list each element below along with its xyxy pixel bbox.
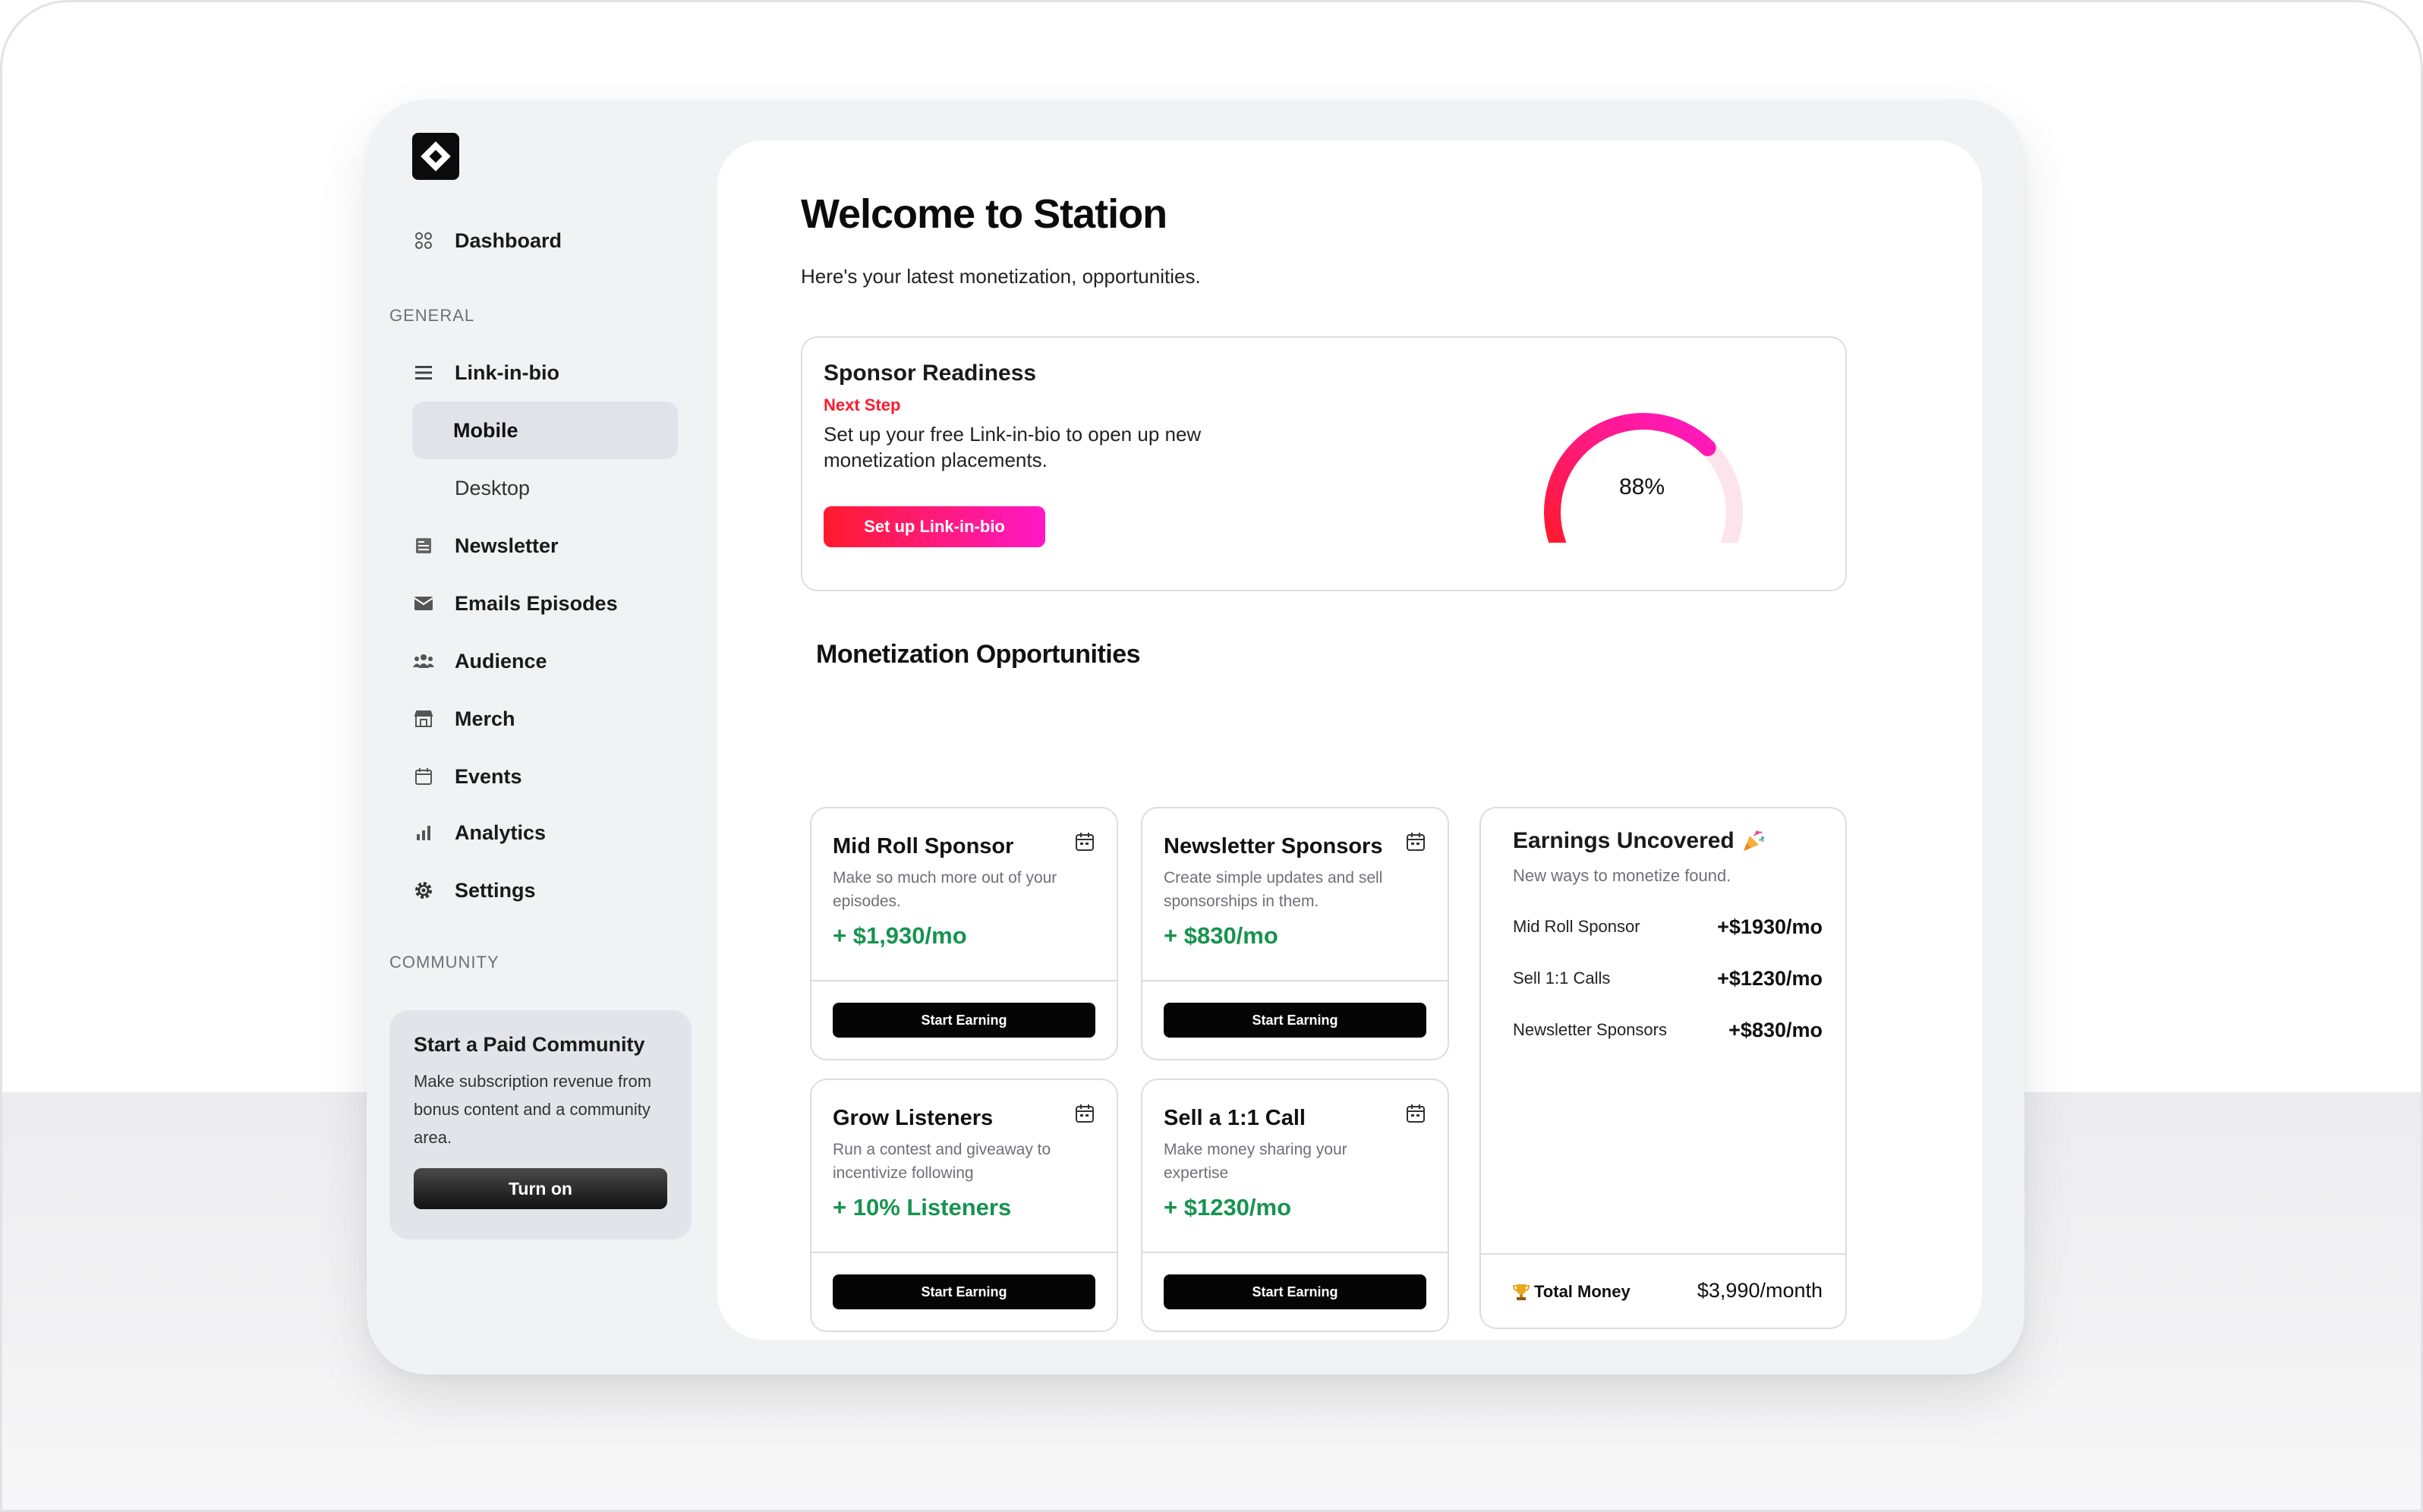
nav-emails-episodes[interactable]: Emails Episodes (412, 575, 678, 632)
earnings-row-value: +$830/mo (1728, 1018, 1823, 1041)
menu-lines-icon (412, 361, 435, 384)
opportunity-amount: + $830/mo (1164, 922, 1278, 949)
earnings-row: Newsletter Sponsors +$830/mo (1513, 1015, 1823, 1045)
app-window: Dashboard GENERAL Link-in-bio Mobile Des… (367, 99, 2024, 1375)
card-divider (1142, 1252, 1448, 1253)
page-subtitle: Here's your latest monetization, opportu… (801, 265, 1201, 288)
opportunity-amount: + 10% Listeners (833, 1194, 1012, 1221)
gear-icon (412, 879, 435, 902)
calendar-icon (1407, 833, 1425, 851)
calendar-icon (1076, 833, 1094, 851)
earnings-row-name: Newsletter Sponsors (1513, 1020, 1667, 1039)
nav-merch-label: Merch (455, 707, 515, 730)
earnings-title: Earnings Uncovered (1513, 828, 1735, 853)
nav-events[interactable]: Events (412, 748, 678, 805)
calendar-icon (1076, 1104, 1094, 1123)
nav-events-label: Events (455, 764, 522, 788)
nav-audience[interactable]: Audience (412, 632, 678, 690)
nav-link-in-bio-label: Link-in-bio (455, 361, 559, 384)
store-icon (412, 707, 435, 730)
nav-analytics-label: Analytics (455, 821, 547, 844)
nav-emails-episodes-label: Emails Episodes (455, 591, 618, 615)
earnings-subtitle: New ways to monetize found. (1513, 866, 1731, 885)
nav-analytics[interactable]: Analytics (412, 804, 678, 862)
card-divider (811, 1252, 1117, 1253)
calendar-icon (1407, 1104, 1425, 1123)
readiness-description: Set up your free Link-in-bio to open up … (824, 423, 1202, 471)
dashboard-icon (412, 229, 435, 252)
nav-merch[interactable]: Merch (412, 690, 678, 748)
opportunity-title: Grow Listeners (833, 1106, 994, 1130)
opportunities-title: Monetization Opportunities (816, 640, 1141, 669)
earnings-uncovered-card: Earnings Uncovered New ways to monetize … (1479, 807, 1847, 1329)
opportunity-card-newsletter: Newsletter Sponsors Create simple update… (1141, 807, 1449, 1060)
community-card-description: Make subscription revenue from bonus con… (414, 1072, 652, 1147)
opportunity-description: Create simple updates and sell sponsorsh… (1164, 869, 1383, 910)
sponsor-readiness-card: Sponsor Readiness Next Step Set up your … (801, 336, 1847, 591)
nav-mobile[interactable]: Mobile (412, 402, 678, 459)
section-general: GENERAL (389, 306, 475, 325)
station-logo[interactable] (412, 133, 459, 180)
community-card-title: Start a Paid Community (414, 1033, 645, 1056)
opportunity-amount: + $1230/mo (1164, 1194, 1292, 1221)
nav-mobile-label: Mobile (453, 418, 518, 442)
nav-settings-label: Settings (455, 878, 536, 902)
opportunity-description: Make so much more out of your episodes. (833, 869, 1057, 910)
turn-on-button[interactable]: Turn on (414, 1168, 667, 1209)
start-earning-button[interactable]: Start Earning (833, 1274, 1095, 1309)
opportunity-title: Mid Roll Sponsor (833, 834, 1014, 858)
readiness-gauge (1544, 413, 1743, 543)
audience-icon (412, 650, 435, 673)
nav-link-in-bio[interactable]: Link-in-bio (412, 344, 678, 402)
outer-frame: Dashboard GENERAL Link-in-bio Mobile Des… (0, 0, 2423, 1512)
earnings-row: Mid Roll Sponsor +$1930/mo (1513, 912, 1823, 942)
nav-dashboard-label: Dashboard (455, 228, 562, 252)
opportunity-card-sell-call: Sell a 1:1 Call Make money sharing your … (1141, 1079, 1449, 1332)
nav-newsletter[interactable]: Newsletter (412, 517, 678, 575)
card-divider (1481, 1253, 1845, 1255)
next-step-label: Next Step (824, 395, 901, 414)
start-earning-button[interactable]: Start Earning (833, 1003, 1095, 1038)
nav-settings[interactable]: Settings (412, 862, 678, 919)
earnings-row-value: +$1930/mo (1717, 915, 1823, 938)
card-divider (811, 980, 1117, 981)
party-popper-icon (1743, 830, 1764, 851)
section-community: COMMUNITY (389, 953, 499, 972)
start-earning-button[interactable]: Start Earning (1164, 1003, 1426, 1038)
page-title: Welcome to Station (801, 191, 1167, 237)
total-money-text: Total Money (1534, 1282, 1631, 1301)
opportunity-card-mid-roll: Mid Roll Sponsor Make so much more out o… (810, 807, 1118, 1060)
opportunity-description: Run a contest and giveaway to incentiviz… (833, 1141, 1051, 1182)
mail-icon (412, 592, 435, 615)
opportunity-title: Newsletter Sponsors (1164, 834, 1383, 858)
opportunity-title: Sell a 1:1 Call (1164, 1106, 1306, 1130)
total-money-label: Total Money (1513, 1282, 1631, 1302)
main-panel: Welcome to Station Here's your latest mo… (717, 140, 1982, 1340)
nav-dashboard[interactable]: Dashboard (412, 212, 678, 269)
earnings-row-name: Sell 1:1 Calls (1513, 969, 1611, 988)
trophy-icon (1513, 1284, 1530, 1300)
readiness-title: Sponsor Readiness (824, 361, 1037, 386)
opportunity-description: Make money sharing your expertise (1164, 1141, 1347, 1182)
nav-newsletter-label: Newsletter (455, 534, 559, 557)
nav-desktop-label: Desktop (455, 476, 531, 499)
earnings-row: Sell 1:1 Calls +$1230/mo (1513, 963, 1823, 994)
nav-desktop[interactable]: Desktop (412, 459, 678, 517)
setup-link-in-bio-button[interactable]: Set up Link-in-bio (824, 506, 1045, 547)
earnings-row-name: Mid Roll Sponsor (1513, 917, 1640, 936)
community-card: Start a Paid Community Make subscription… (389, 1010, 692, 1240)
opportunity-amount: + $1,930/mo (833, 922, 967, 949)
earnings-title-row: Earnings Uncovered (1513, 828, 1766, 854)
newsletter-icon (412, 534, 435, 557)
opportunity-card-grow-listeners: Grow Listeners Run a contest and giveawa… (810, 1079, 1118, 1332)
start-earning-button[interactable]: Start Earning (1164, 1274, 1426, 1309)
bar-chart-icon (412, 821, 435, 844)
readiness-percent: 88% (1619, 474, 1665, 499)
calendar-icon (412, 765, 435, 788)
total-money-value: $3,990/month (1697, 1279, 1823, 1302)
nav-audience-label: Audience (455, 649, 547, 673)
earnings-row-value: +$1230/mo (1717, 966, 1823, 990)
card-divider (1142, 980, 1448, 981)
